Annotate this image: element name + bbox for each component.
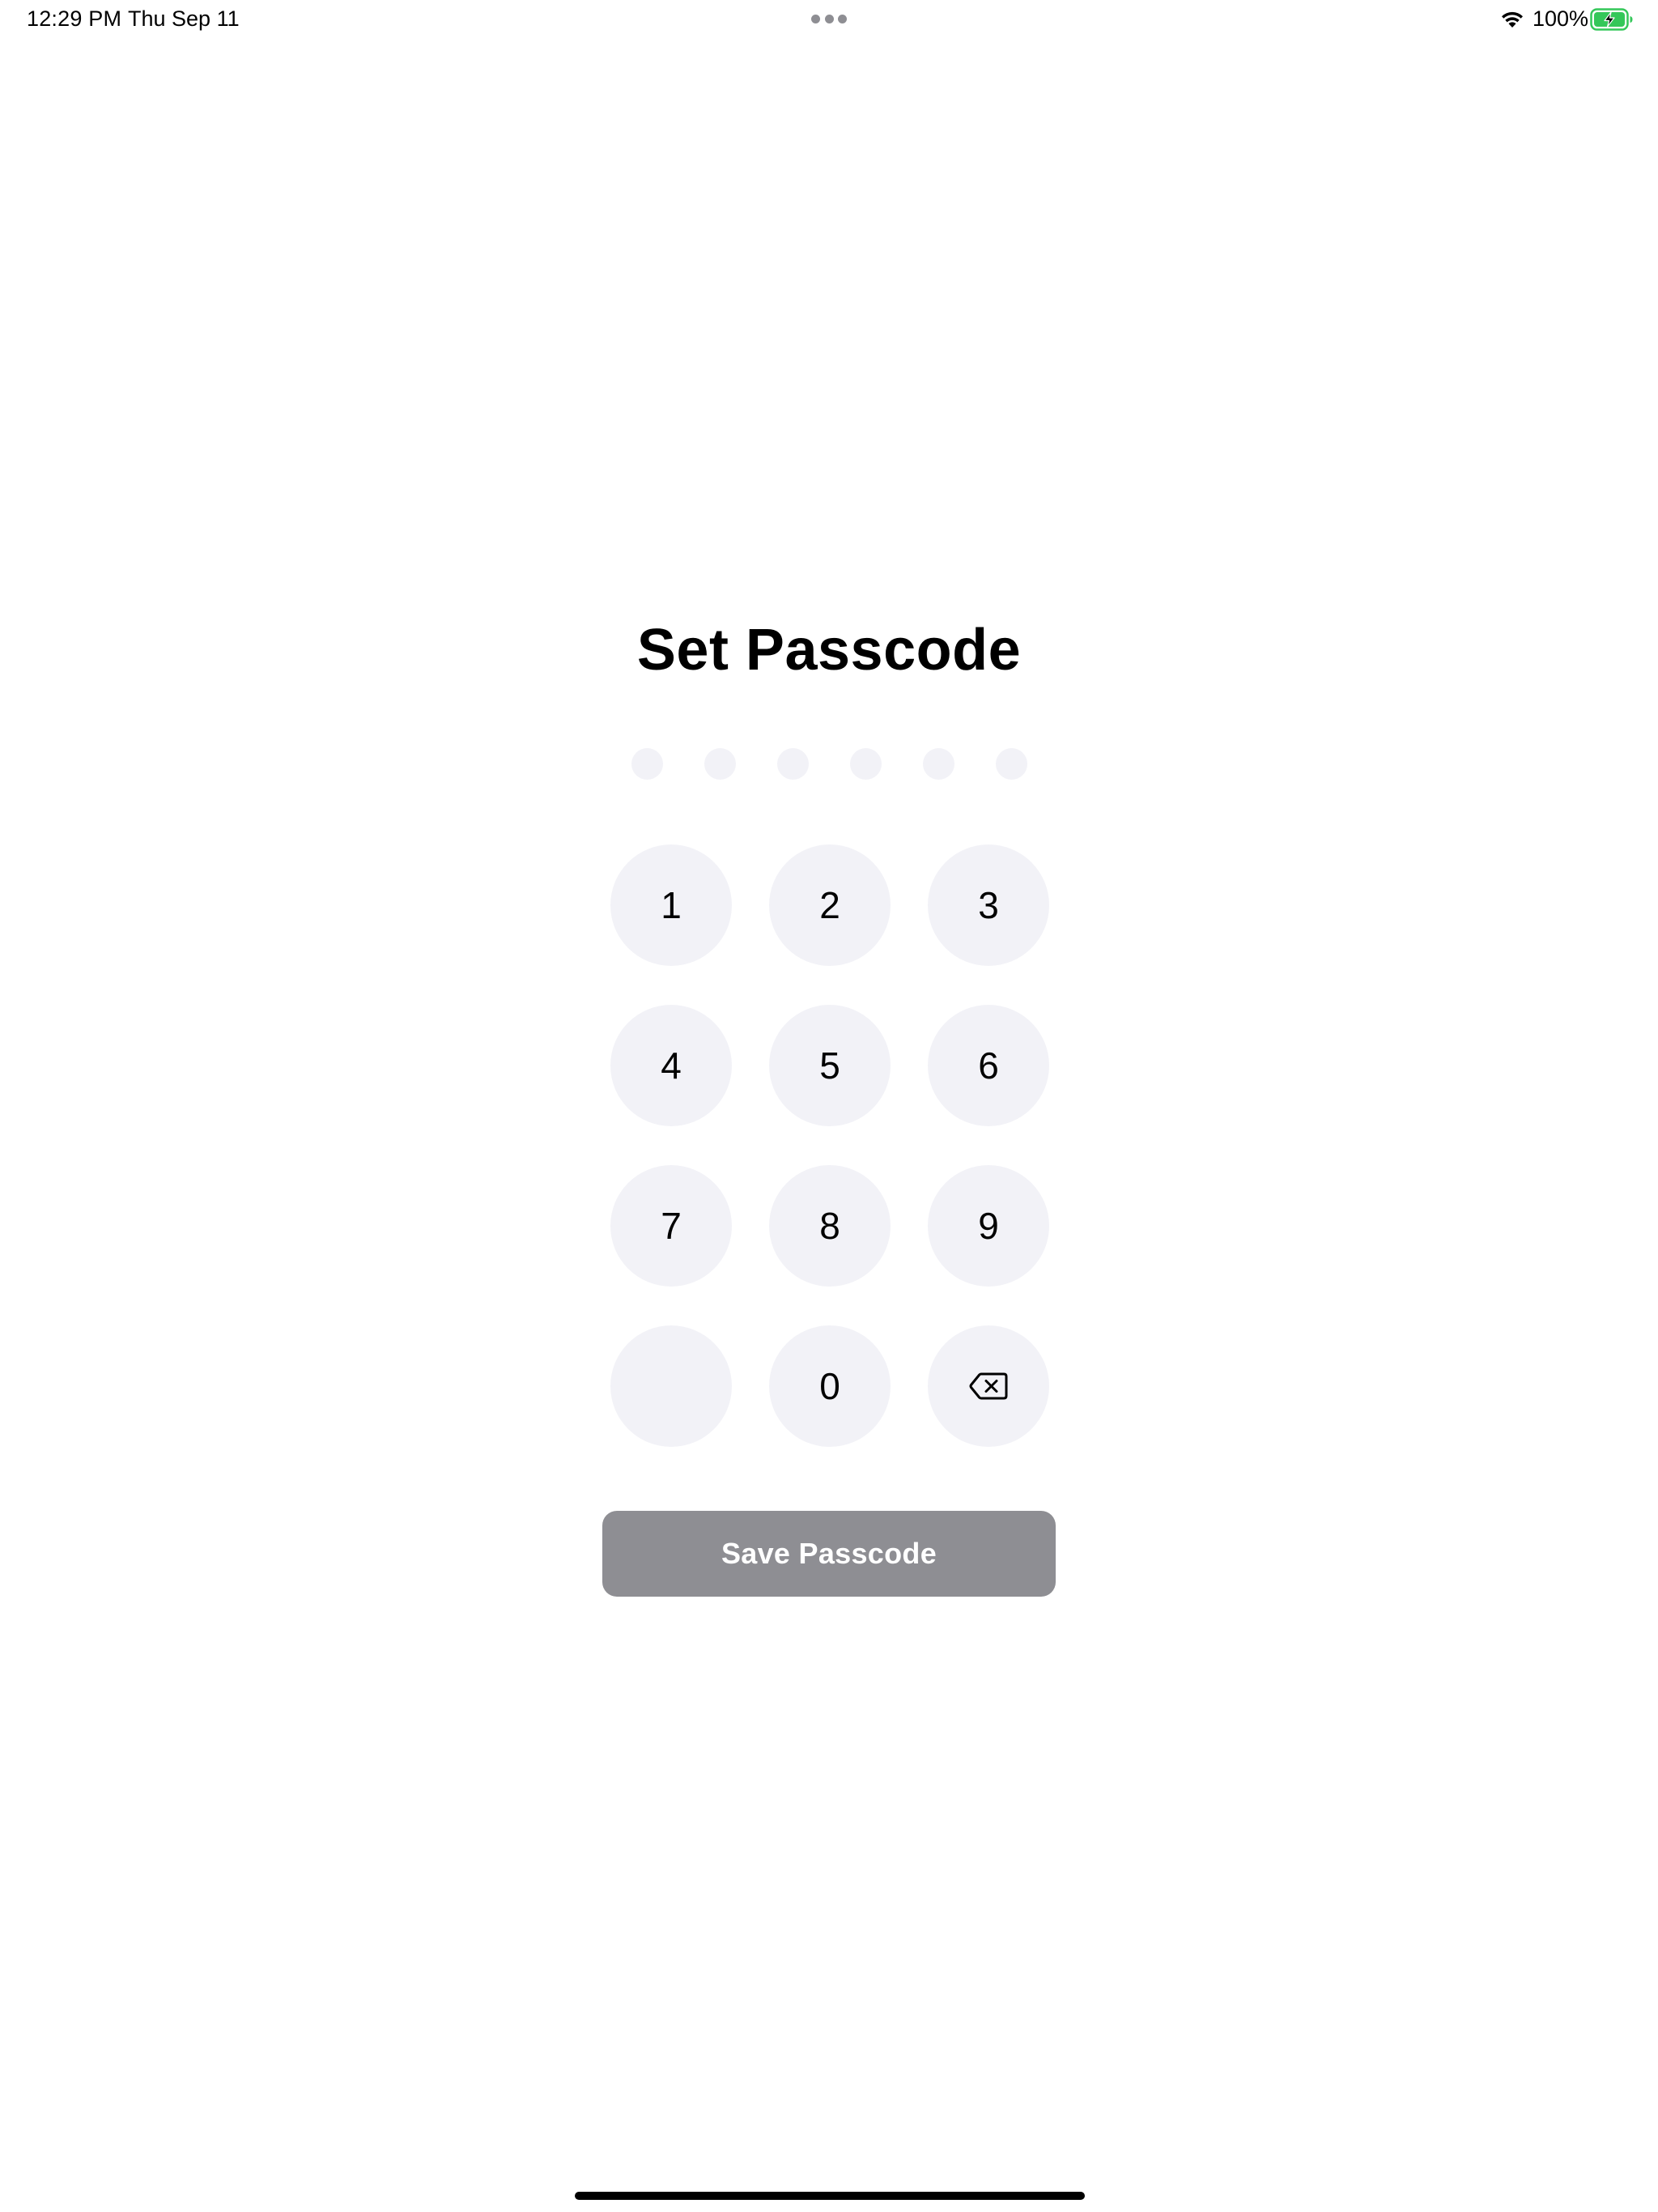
home-indicator[interactable] [575, 2192, 1085, 2200]
save-passcode-button[interactable]: Save Passcode [602, 1511, 1056, 1597]
key-blank [610, 1325, 732, 1447]
passcode-dot [631, 748, 663, 780]
page-title: Set Passcode [636, 618, 1022, 683]
key-1[interactable]: 1 [610, 844, 732, 966]
key-5[interactable]: 5 [769, 1005, 891, 1126]
wifi-icon [1502, 11, 1523, 28]
passcode-dot [777, 748, 809, 780]
status-time: 12:29 PM [27, 6, 122, 31]
passcode-dot [704, 748, 736, 780]
key-2[interactable]: 2 [769, 844, 891, 966]
status-bar: 12:29 PM Thu Sep 11 100% [0, 0, 1658, 39]
battery-percent: 100% [1533, 6, 1589, 31]
key-9[interactable]: 9 [928, 1165, 1049, 1287]
passcode-dot [923, 748, 954, 780]
key-7[interactable]: 7 [610, 1165, 732, 1287]
ellipsis-icon[interactable] [811, 14, 847, 23]
passcode-screen: 12:29 PM Thu Sep 11 100% Set Passcode 1 [0, 0, 1658, 2212]
delete-backward-icon [969, 1372, 1008, 1400]
key-4[interactable]: 4 [610, 1005, 732, 1126]
key-0[interactable]: 0 [769, 1325, 891, 1447]
status-date: Thu Sep 11 [128, 6, 240, 31]
passcode-dot [850, 748, 882, 780]
delete-key[interactable] [928, 1325, 1049, 1447]
key-3[interactable]: 3 [928, 844, 1049, 966]
key-8[interactable]: 8 [769, 1165, 891, 1287]
battery-charging-icon [1590, 8, 1633, 31]
passcode-dot [996, 748, 1027, 780]
key-6[interactable]: 6 [928, 1005, 1049, 1126]
